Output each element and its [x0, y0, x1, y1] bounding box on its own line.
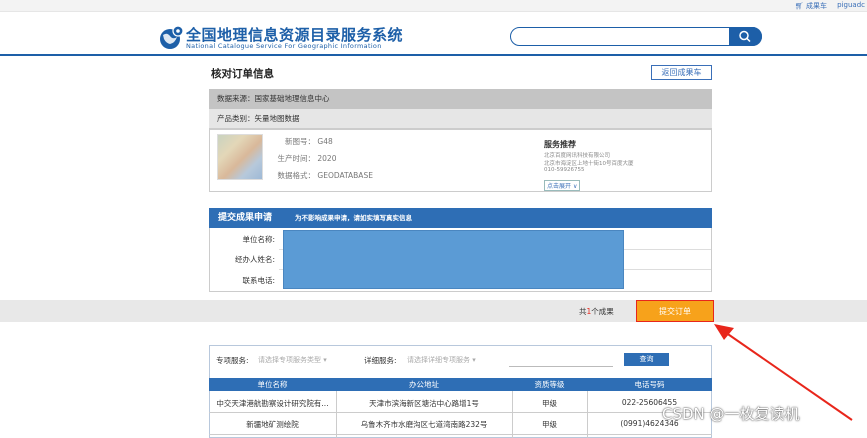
cart-link[interactable]: 🛒︎ 成果车 — [795, 1, 827, 11]
table-cell: 天津市滨海新区塘沽中心路增1号 — [369, 399, 479, 408]
watermark: CSDN @一枚复读机 — [662, 405, 800, 423]
form-title: 提交成果申请 — [218, 213, 273, 223]
divider — [336, 391, 337, 438]
table-cell: 甲级 — [542, 399, 557, 408]
form-header: 提交成果申请 为不影响成果申请，请如实填写真实信息 — [209, 208, 712, 228]
product-category-row: 产品类别：矢量地图数据 — [209, 109, 712, 129]
service-type-label: 专项服务: — [216, 356, 249, 365]
service-address: 北京市海淀区上地十街10号百度大厦 — [544, 161, 634, 167]
top-bar: 🛒︎ 成果车 piguadc — [0, 0, 867, 12]
column-header: 办公地址 — [409, 380, 439, 389]
table-cell: 甲级 — [542, 420, 557, 429]
handler-name-label: 经办人姓名: — [234, 255, 275, 264]
column-header: 电话号码 — [634, 380, 665, 389]
query-button[interactable]: 查询 — [624, 353, 669, 366]
map-thumbnail — [217, 134, 263, 180]
service-company: 北京百度网讯科技有限公司 — [544, 153, 611, 159]
result-count: 共1个成果 — [579, 307, 614, 316]
table-cell: 中交天津港航勘察设计研究院有... — [216, 399, 329, 408]
search-button[interactable] — [729, 27, 762, 46]
service-type-select[interactable]: 请选择专项服务类型 ▾ — [258, 355, 327, 365]
expand-button[interactable]: 点击展开 ∨ — [544, 180, 581, 191]
divider — [587, 391, 588, 438]
detail-service-select[interactable]: 请选择详细专项服务 ▾ — [407, 355, 476, 365]
service-recommend-title: 服务推荐 — [544, 140, 576, 149]
page-title: 核对订单信息 — [211, 68, 274, 80]
service-phone: 010-59926755 — [544, 167, 585, 173]
form-notice: 为不影响成果申请，请如实填写真实信息 — [295, 214, 412, 222]
data-source-row: 数据来源：国家基础地理信息中心 — [209, 89, 712, 109]
search-icon — [739, 30, 751, 43]
search-input[interactable] — [510, 27, 762, 46]
data-format-field: 数据格式： GEODATABASE — [277, 171, 373, 180]
keyword-input[interactable] — [509, 366, 613, 367]
caret-down-icon: ▾ — [323, 356, 327, 364]
redacted-form-fields[interactable] — [283, 230, 624, 289]
unit-name-label: 单位名称: — [242, 235, 275, 244]
caret-down-icon: ▾ — [472, 356, 476, 364]
back-to-cart-button[interactable]: 返回成果车 — [651, 65, 712, 80]
column-header: 资质等级 — [534, 380, 565, 389]
divider — [512, 391, 513, 438]
globe-pin-logo-icon — [160, 25, 184, 49]
production-time-field: 生产时间： 2020 — [277, 154, 337, 163]
table-cell: 新疆地矿测绘院 — [246, 420, 299, 429]
site-subtitle: National Catalogue Service For Geographi… — [186, 42, 382, 50]
table-cell: 乌鲁木齐市水磨沟区七道湾南路232号 — [360, 420, 488, 429]
cart-label: 成果车 — [806, 2, 827, 10]
chevron-down-icon: ∨ — [572, 183, 578, 190]
phone-label: 联系电话: — [242, 276, 275, 285]
detail-service-label: 详细服务: — [364, 356, 397, 365]
map-number-field: 新图号： G48 — [285, 137, 333, 146]
column-header: 单位名称 — [257, 380, 288, 389]
user-name[interactable]: piguadc — [837, 1, 865, 9]
